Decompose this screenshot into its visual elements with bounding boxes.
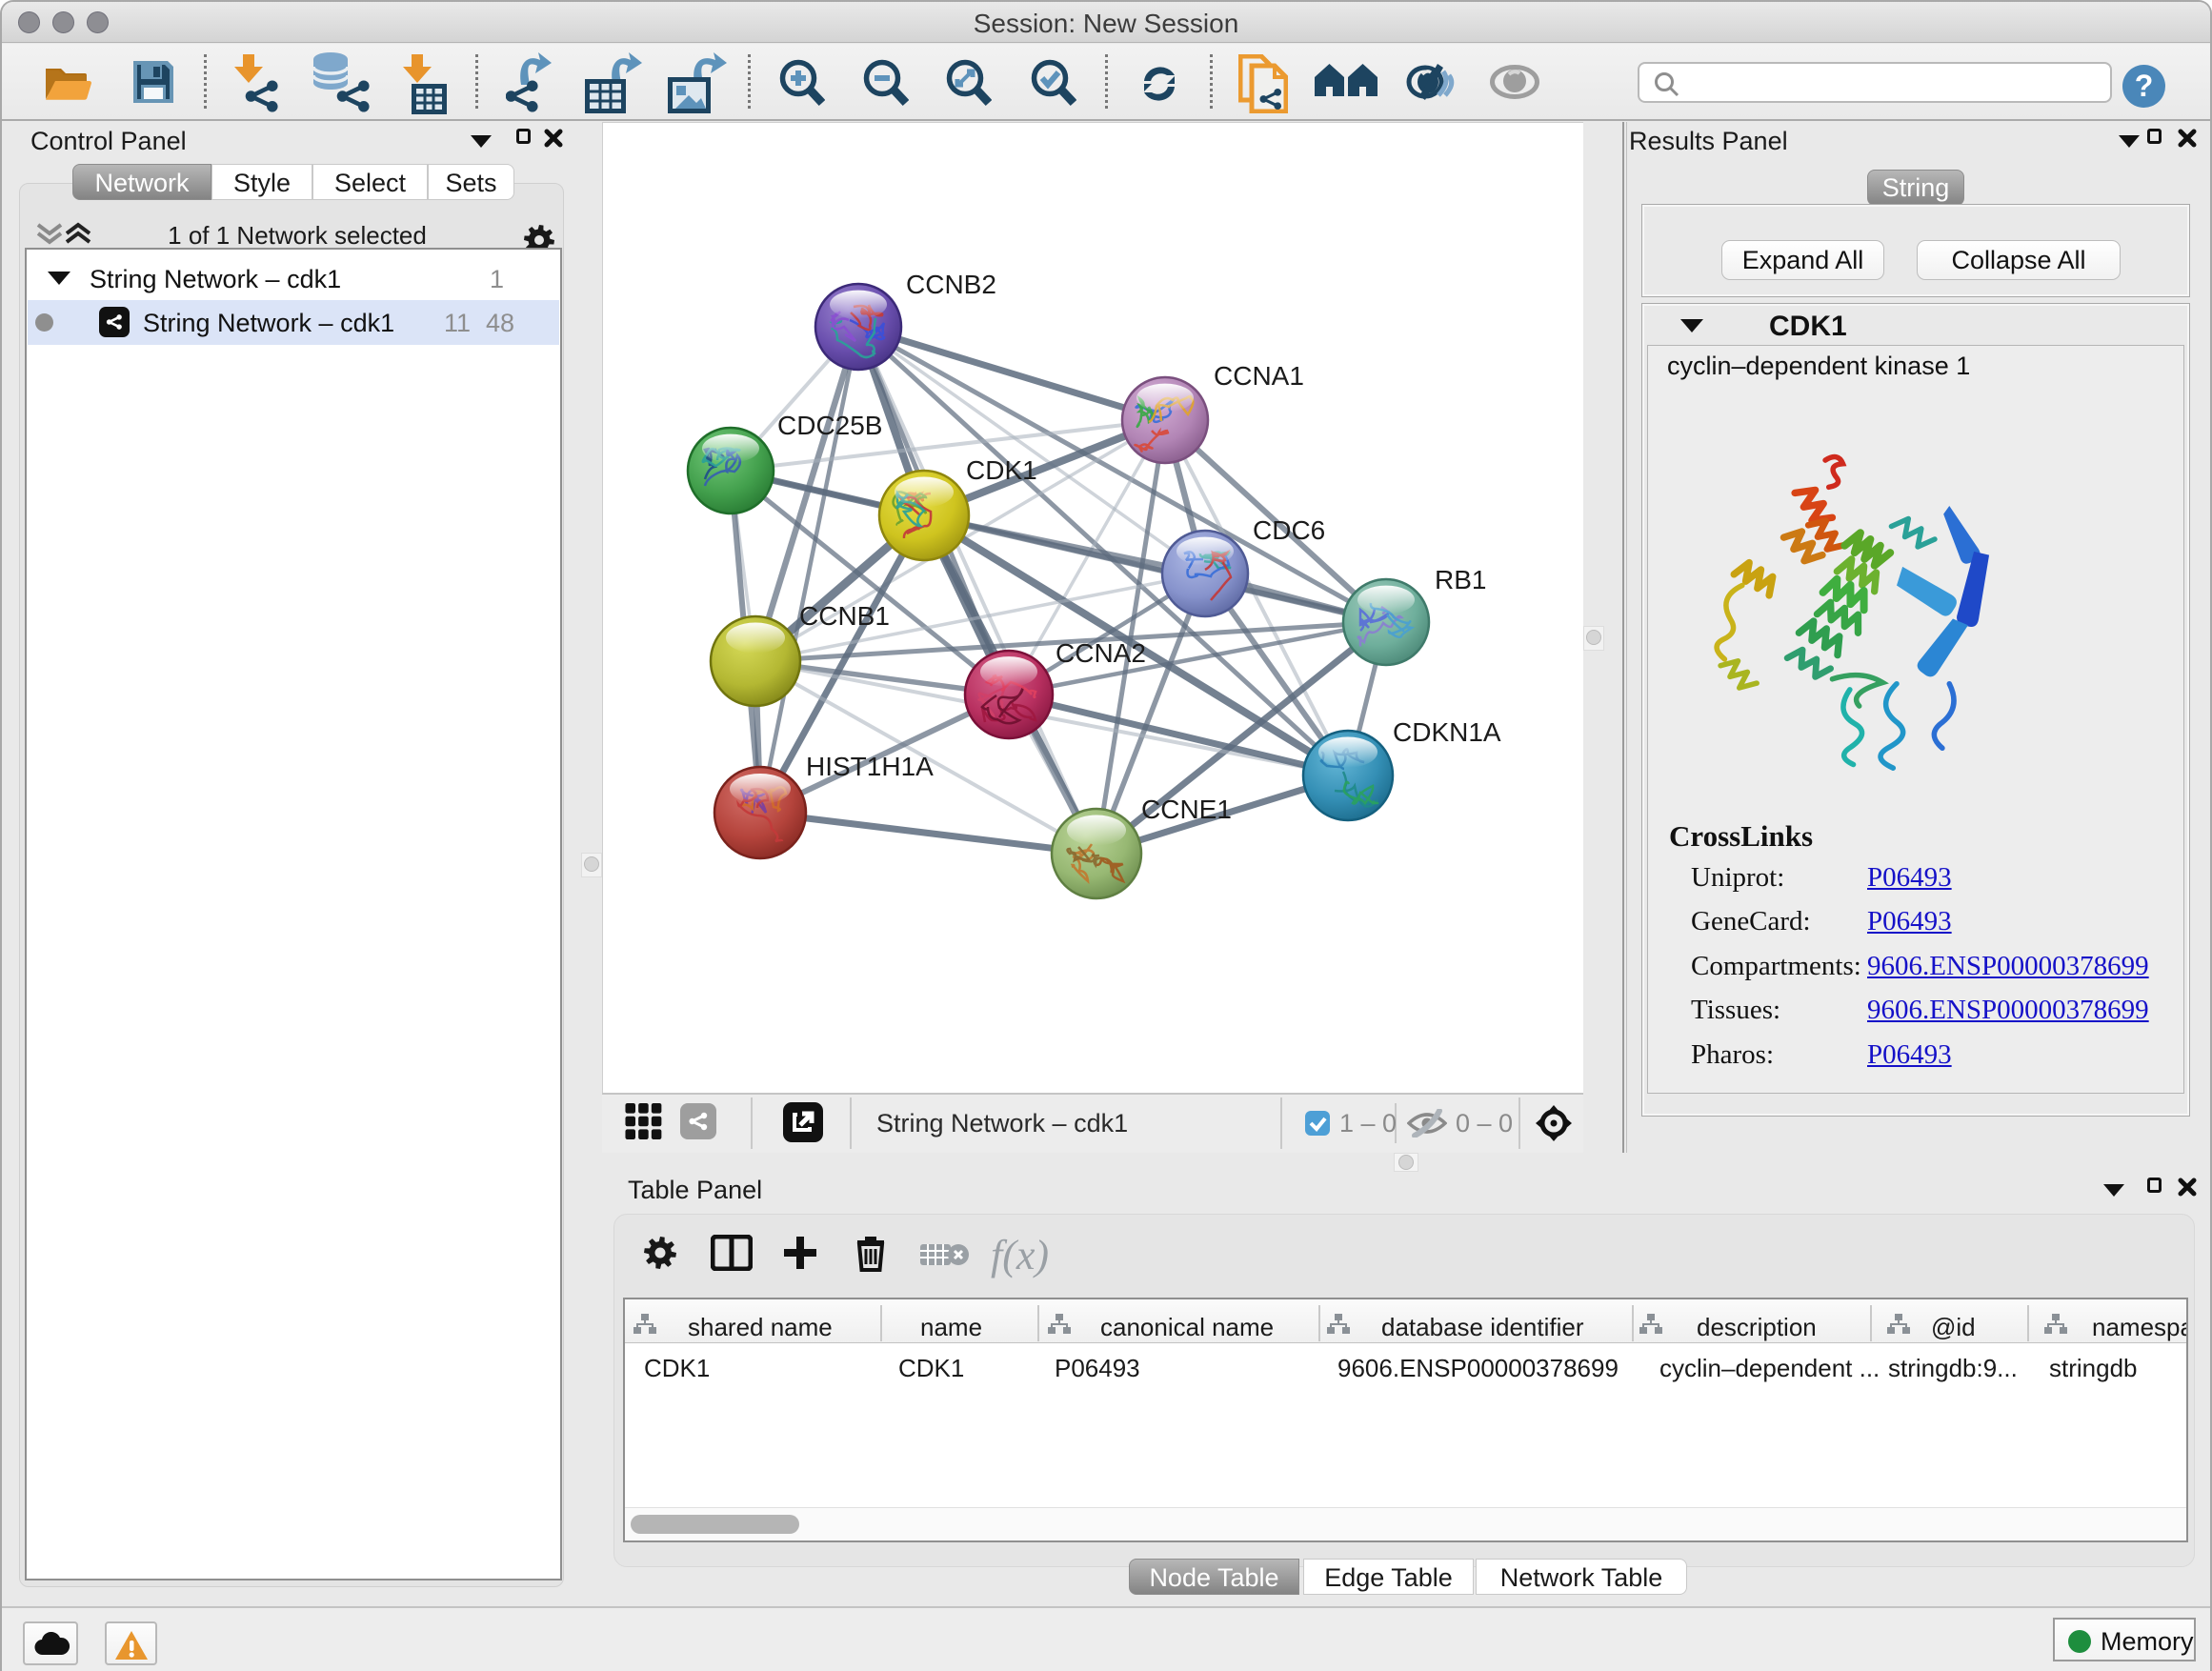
svg-text:CCNB1: CCNB1 <box>799 601 890 631</box>
svg-text:CCNB2: CCNB2 <box>906 270 996 299</box>
svg-text:CCNA1: CCNA1 <box>1214 361 1304 391</box>
svg-text:CDC25B: CDC25B <box>777 411 882 440</box>
svg-text:CDKN1A: CDKN1A <box>1393 717 1501 747</box>
svg-text:CCNE1: CCNE1 <box>1141 795 1232 824</box>
svg-text:RB1: RB1 <box>1435 565 1486 594</box>
svg-text:HIST1H1A: HIST1H1A <box>806 752 934 781</box>
svg-text:CCNA2: CCNA2 <box>1056 638 1146 668</box>
svg-text:CDK1: CDK1 <box>966 455 1037 485</box>
svg-text:CDC6: CDC6 <box>1253 515 1325 545</box>
